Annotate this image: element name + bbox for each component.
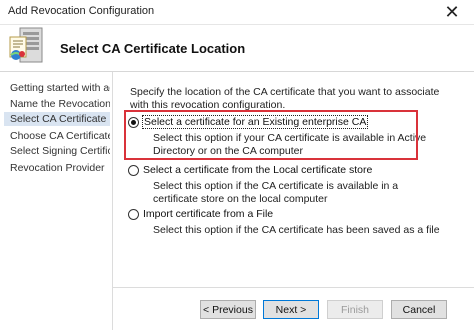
option-label-import-from-file[interactable]: Import certificate from a File [143,208,273,220]
window-title: Add Revocation Configuration [8,5,155,17]
sidebar-item-name-revocation[interactable]: Name the Revocation Co... [10,97,110,111]
finish-button[interactable]: Finish [327,300,383,319]
certificate-server-icon [9,27,43,63]
option-label-local-certificate-store[interactable]: Select a certificate from the Local cert… [143,164,372,176]
radio-local-certificate-store[interactable] [128,165,139,176]
footer-divider [112,287,474,288]
next-button[interactable]: Next > [263,300,319,319]
sidebar-item-revocation-provider[interactable]: Revocation Provider [10,161,110,175]
sidebar-item-getting-started[interactable]: Getting started with addi... [10,81,110,95]
instruction-text: Specify the location of the CA certifica… [130,86,440,111]
previous-button[interactable]: < Previous [200,300,256,319]
page-title: Select CA Certificate Location [60,41,246,56]
sidebar-item-choose-ca-certificate[interactable]: Choose CA Certificate [10,129,110,143]
title-bar: Add Revocation Configuration ✕ [0,0,474,25]
sidebar-item-select-signing-certificate[interactable]: Select Signing Certificate [10,144,110,158]
wizard-header: Select CA Certificate Location [0,25,474,71]
radio-import-from-file[interactable] [128,209,139,220]
wizard-steps-sidebar: Getting started with addi... Name the Re… [0,72,113,330]
option-description-import-from-file: Select this option if the CA certificate… [153,224,440,236]
close-icon: ✕ [444,1,460,22]
sidebar-item-select-ca-location[interactable]: Select CA Certificate Loca... [4,112,110,126]
close-button[interactable]: ✕ [430,0,474,24]
highlight-box [124,110,418,160]
cancel-button[interactable]: Cancel [391,300,447,319]
option-description-local-certificate-store: Select this option if the CA certificate… [153,180,399,205]
